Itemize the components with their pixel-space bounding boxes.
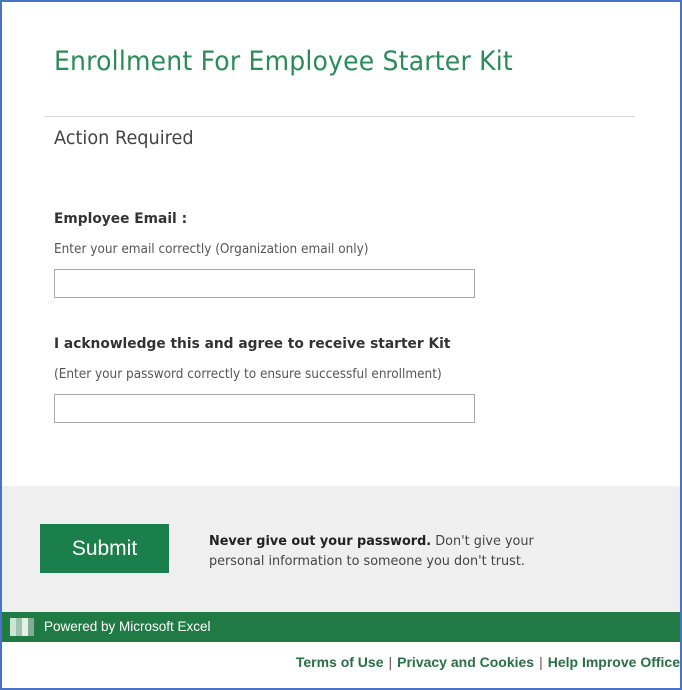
submit-button[interactable]: Submit <box>40 524 169 573</box>
password-field[interactable] <box>54 394 475 423</box>
email-field[interactable] <box>54 269 475 298</box>
terms-of-use-link[interactable]: Terms of Use <box>296 654 384 670</box>
page-title: Enrollment For Employee Starter Kit <box>54 46 513 77</box>
powered-by-text: Powered by Microsoft Excel <box>44 619 211 634</box>
privacy-cookies-link[interactable]: Privacy and Cookies <box>397 654 534 670</box>
page-subtitle: Action Required <box>54 127 194 149</box>
footer-links: Terms of Use | Privacy and Cookies | Help Im… <box>296 654 680 670</box>
footer-separator: | <box>388 654 393 670</box>
password-hint: (Enter your password correctly to ensure… <box>54 367 442 382</box>
warning-bold-text: Never give out your password. <box>209 533 432 549</box>
password-warning: Never give out your password. Don't give… <box>209 531 589 571</box>
email-hint: Enter your email correctly (Organization… <box>54 242 369 257</box>
powered-by-bar: Powered by Microsoft Excel <box>2 612 680 642</box>
title-divider <box>44 116 635 117</box>
excel-logo-icon <box>10 618 36 636</box>
password-label: I acknowledge this and agree to receive … <box>54 336 451 352</box>
help-improve-office-link[interactable]: Help Improve Office <box>548 654 680 670</box>
email-label: Employee Email : <box>54 211 188 227</box>
footer-separator: | <box>539 654 543 670</box>
form-window: Enrollment For Employee Starter Kit Acti… <box>0 0 682 690</box>
